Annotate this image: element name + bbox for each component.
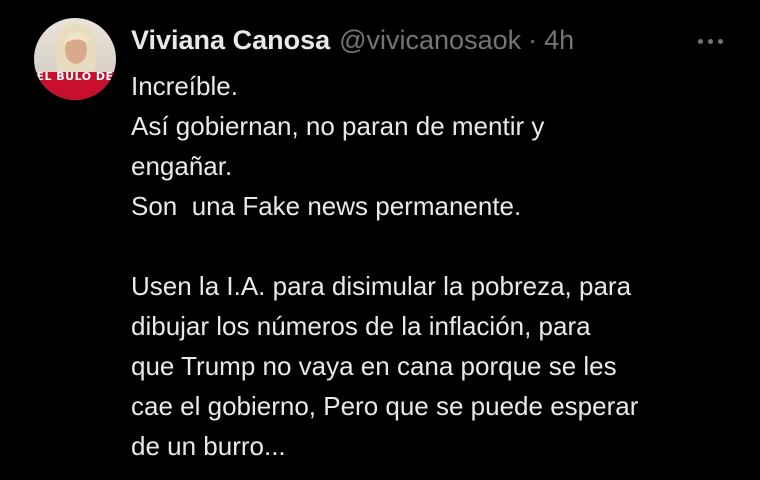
tweet-line: engañar. — [131, 151, 233, 181]
more-horizontal-icon-dot — [717, 38, 723, 44]
more-horizontal-icon-dot — [707, 38, 713, 44]
tweet-line: Son una Fake news permanente. — [131, 191, 522, 221]
tweet-line: dibujar los números de la inflación, par… — [131, 311, 591, 341]
tweet-header: Viviana Canosa @vivicanosaok · 4h — [131, 22, 574, 58]
tweet-line: Así gobiernan, no paran de mentir y — [131, 111, 545, 141]
tweet[interactable]: EL BULO DE Viviana Canosa @vivicanosaok … — [0, 0, 760, 480]
separator-dot: · — [528, 25, 538, 55]
avatar-caption: EL BULO DE — [36, 70, 114, 83]
display-name[interactable]: Viviana Canosa — [131, 22, 330, 58]
tweet-line: Usen la I.A. para disimular la pobreza, … — [131, 271, 632, 301]
tweet-line: Increíble. — [131, 71, 238, 101]
tweet-text: Increíble. Así gobiernan, no paran de me… — [131, 66, 741, 466]
tweet-line: cae el gobierno, Pero que se puede esper… — [131, 391, 639, 421]
more-options-button[interactable] — [690, 26, 730, 56]
avatar[interactable]: EL BULO DE — [34, 18, 116, 100]
tweet-line: de un burro... — [131, 431, 286, 461]
more-horizontal-icon — [697, 38, 703, 44]
timestamp[interactable]: 4h — [544, 22, 574, 58]
avatar-image — [34, 18, 116, 100]
tweet-line: que Trump no vaya en cana porque se les — [131, 351, 617, 381]
user-handle[interactable]: @vivicanosaok — [339, 22, 521, 58]
